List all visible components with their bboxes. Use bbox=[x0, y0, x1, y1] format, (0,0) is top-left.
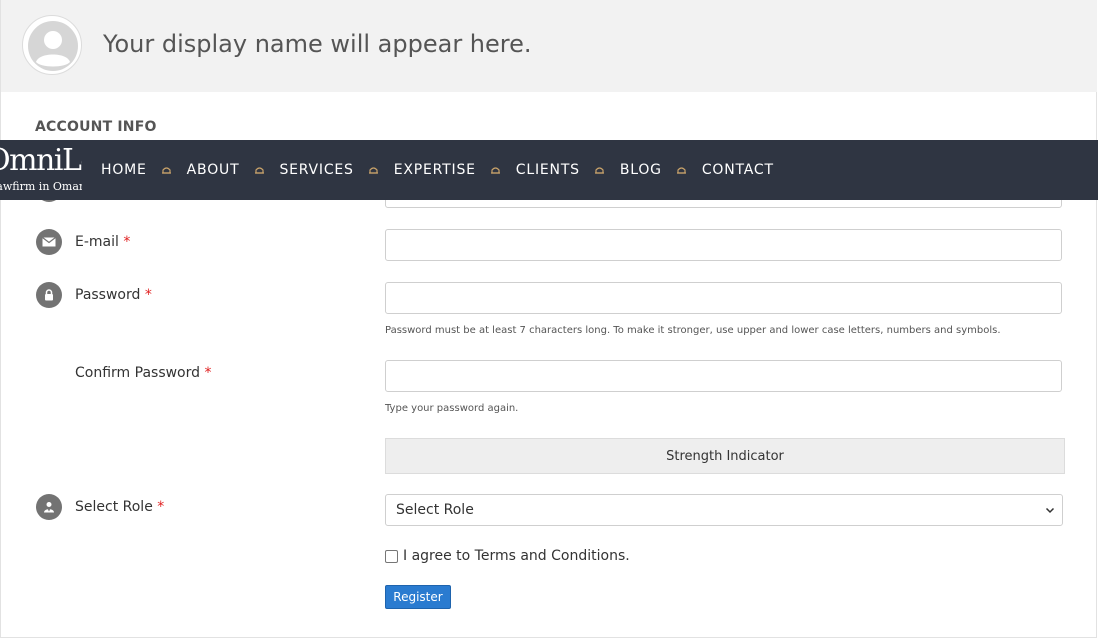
nav-blog[interactable]: BLOG bbox=[620, 162, 662, 178]
gavel-icon bbox=[354, 166, 394, 174]
gavel-icon bbox=[580, 166, 620, 174]
terms-agreement: I agree to Terms and Conditions. bbox=[385, 548, 630, 564]
user-role-icon bbox=[36, 494, 62, 520]
email-label-text: E-mail bbox=[75, 234, 119, 250]
logo-tagline: Lawfirm in Oman bbox=[0, 180, 82, 193]
section-title: ACCOUNT INFO bbox=[35, 119, 157, 135]
lock-icon bbox=[36, 282, 62, 308]
avatar bbox=[22, 15, 82, 75]
role-label-text: Select Role bbox=[75, 499, 153, 515]
password-label-text: Password bbox=[75, 287, 141, 303]
confirm-password-label: Confirm Password * bbox=[75, 365, 211, 381]
nav-about[interactable]: ABOUT bbox=[187, 162, 240, 178]
required-mark: * bbox=[123, 234, 131, 250]
required-mark: * bbox=[204, 365, 212, 381]
gavel-icon bbox=[662, 166, 702, 174]
nav-expertise[interactable]: EXPERTISE bbox=[394, 162, 476, 178]
display-name: Your display name will appear here. bbox=[103, 30, 532, 58]
required-mark: * bbox=[144, 287, 152, 303]
site-logo[interactable]: OmniLegal Lawfirm in Oman bbox=[0, 140, 82, 200]
nav-clients[interactable]: CLIENTS bbox=[516, 162, 580, 178]
site-navbar: OmniLegal Lawfirm in Oman HOME ABOUT SER… bbox=[0, 140, 1098, 200]
logo-text: OmniLegal bbox=[0, 143, 82, 178]
confirm-password-label-text: Confirm Password bbox=[75, 365, 201, 381]
email-label: E-mail * bbox=[75, 234, 130, 250]
role-select[interactable]: Select Role bbox=[385, 494, 1063, 526]
password-strength-indicator: Strength Indicator bbox=[385, 438, 1065, 474]
confirm-password-field[interactable] bbox=[385, 360, 1062, 392]
default-avatar-icon bbox=[28, 21, 78, 71]
gavel-icon bbox=[147, 166, 187, 174]
confirm-password-hint: Type your password again. bbox=[385, 403, 519, 414]
terms-label[interactable]: I agree to Terms and Conditions. bbox=[403, 548, 630, 564]
nav-services[interactable]: SERVICES bbox=[279, 162, 353, 178]
gavel-icon bbox=[239, 166, 279, 174]
nav-menu: HOME ABOUT SERVICES EXPERTISE CLIENTS BL… bbox=[101, 140, 774, 200]
chevron-down-icon bbox=[1044, 504, 1056, 520]
email-field[interactable] bbox=[385, 229, 1062, 261]
envelope-icon bbox=[36, 229, 62, 255]
profile-header: Your display name will appear here. bbox=[1, 0, 1097, 92]
role-select-value: Select Role bbox=[396, 502, 474, 518]
role-label: Select Role * bbox=[75, 499, 164, 515]
required-mark: * bbox=[157, 499, 165, 515]
terms-checkbox[interactable] bbox=[385, 549, 398, 563]
gavel-icon bbox=[476, 166, 516, 174]
password-field[interactable] bbox=[385, 282, 1062, 314]
nav-home[interactable]: HOME bbox=[101, 162, 147, 178]
password-label: Password * bbox=[75, 287, 152, 303]
register-button[interactable]: Register bbox=[385, 585, 451, 609]
page-frame bbox=[0, 0, 1097, 638]
password-hint: Password must be at least 7 characters l… bbox=[385, 325, 1001, 336]
nav-contact[interactable]: CONTACT bbox=[702, 162, 774, 178]
